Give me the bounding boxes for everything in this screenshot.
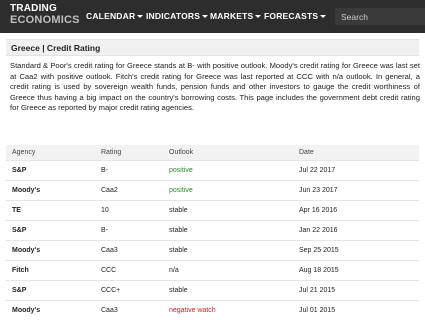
table-row: S&P CCC+ stable Jul 21 2015 <box>6 281 419 301</box>
nav-markets[interactable]: MARKETS <box>210 0 261 33</box>
agency-cell[interactable]: Moody's <box>6 301 95 320</box>
column-header-date[interactable]: Date <box>293 145 419 161</box>
column-header-agency[interactable]: Agency <box>6 145 95 161</box>
search-input[interactable] <box>335 8 425 25</box>
rating-cell: CCC+ <box>95 281 163 301</box>
date-cell: Apr 16 2016 <box>293 201 419 221</box>
table-header-row: Agency Rating Outlook Date <box>6 145 419 161</box>
agency-cell[interactable]: S&P <box>6 281 95 301</box>
nav-calendar[interactable]: CALENDAR <box>86 0 143 33</box>
rating-cell: CCC <box>95 261 163 281</box>
nav-markets-label: MARKETS <box>210 11 253 21</box>
date-cell: Jul 01 2015 <box>293 301 419 320</box>
outlook-cell: stable <box>163 221 293 241</box>
agency-cell[interactable]: Moody's <box>6 181 95 201</box>
table-row: Moody's Caa2 positive Jun 23 2017 <box>6 181 419 201</box>
outlook-cell: positive <box>163 161 293 181</box>
outlook-cell: stable <box>163 281 293 301</box>
outlook-cell: negative watch <box>163 301 293 320</box>
rating-cell: 10 <box>95 201 163 221</box>
chevron-down-icon <box>320 15 326 18</box>
rating-cell: Caa3 <box>95 241 163 261</box>
outlook-cell: stable <box>163 241 293 261</box>
date-cell: Jun 23 2017 <box>293 181 419 201</box>
column-header-rating[interactable]: Rating <box>95 145 163 161</box>
nav-forecasts[interactable]: FORECASTS <box>264 0 326 33</box>
nav-calendar-label: CALENDAR <box>86 11 135 21</box>
column-header-outlook[interactable]: Outlook <box>163 145 293 161</box>
table-row: Fitch CCC n/a Aug 18 2015 <box>6 261 419 281</box>
date-cell: Jul 21 2015 <box>293 281 419 301</box>
agency-cell[interactable]: S&P <box>6 161 95 181</box>
credit-rating-table: Agency Rating Outlook Date S&P B- positi… <box>6 145 419 320</box>
table-row: Moody's Caa3 negative watch Jul 01 2015 <box>6 301 419 320</box>
agency-cell[interactable]: TE <box>6 201 95 221</box>
nav-indicators-label: INDICATORS <box>146 11 200 21</box>
table-row: S&P B- positive Jul 22 2017 <box>6 161 419 181</box>
agency-cell[interactable]: Moody's <box>6 241 95 261</box>
top-navbar: TRADING ECONOMICS CALENDAR INDICATORS MA… <box>0 0 425 33</box>
page-title: Greece | Credit Rating <box>11 43 100 53</box>
nav-forecasts-label: FORECASTS <box>264 11 318 21</box>
table-row: Moody's Caa3 stable Sep 25 2015 <box>6 241 419 261</box>
rating-cell: Caa2 <box>95 181 163 201</box>
date-cell: Jan 22 2016 <box>293 221 419 241</box>
date-cell: Jul 22 2017 <box>293 161 419 181</box>
chevron-down-icon <box>137 15 143 18</box>
chevron-down-icon <box>202 15 208 18</box>
rating-cell: B- <box>95 221 163 241</box>
logo-line-2: ECONOMICS <box>10 15 80 25</box>
agency-cell[interactable]: S&P <box>6 221 95 241</box>
rating-cell: Caa3 <box>95 301 163 320</box>
table-row: S&P B- stable Jan 22 2016 <box>6 221 419 241</box>
logo-line-1: TRADING <box>10 4 80 14</box>
outlook-cell: positive <box>163 181 293 201</box>
date-cell: Sep 25 2015 <box>293 241 419 261</box>
agency-cell[interactable]: Fitch <box>6 261 95 281</box>
nav-indicators[interactable]: INDICATORS <box>146 0 208 33</box>
outlook-cell: stable <box>163 201 293 221</box>
table-row: TE 10 stable Apr 16 2016 <box>6 201 419 221</box>
rating-cell: B- <box>95 161 163 181</box>
date-cell: Aug 18 2015 <box>293 261 419 281</box>
page-title-bar: Greece | Credit Rating <box>6 39 419 56</box>
page-description: Standard & Poor's credit rating for Gree… <box>10 61 420 114</box>
trading-economics-logo[interactable]: TRADING ECONOMICS <box>10 4 80 25</box>
outlook-cell: n/a <box>163 261 293 281</box>
chevron-down-icon <box>255 15 261 18</box>
